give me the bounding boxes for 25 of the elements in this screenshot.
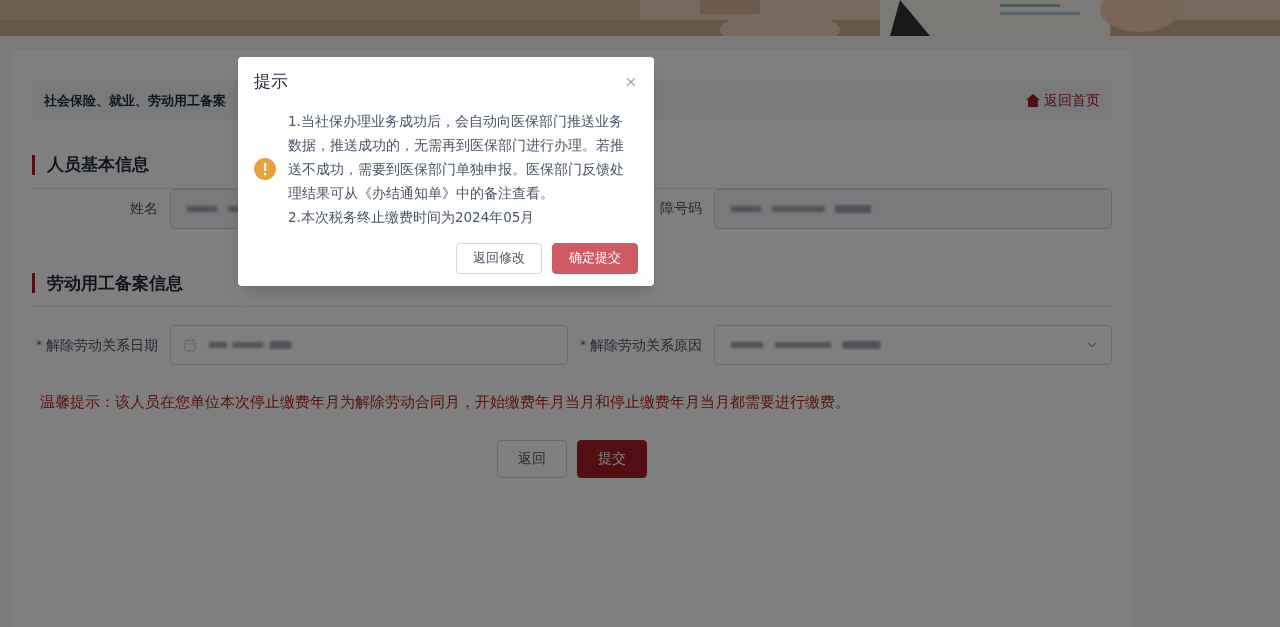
date-field[interactable]: [170, 325, 568, 365]
text-field[interactable]: [714, 188, 1112, 229]
section-marker: [32, 154, 35, 175]
submit-button[interactable]: 确定提交: [552, 242, 638, 274]
breadcrumb-text: 社会保险、就业、劳动用工备案: [44, 91, 226, 110]
field-label: 障号码: [660, 199, 702, 218]
field-label: 姓名: [130, 199, 158, 218]
dialog-title: 提示: [254, 70, 288, 93]
warning-text: 温馨提示：该人员在您单位本次停止缴费年月为解除劳动合同月，开始缴费年月当月和停止缴费年月当月都需要进行缴费。: [39, 392, 851, 413]
warning-icon: [254, 157, 276, 180]
section-marker: [32, 273, 35, 294]
back-button[interactable]: 返回修改: [456, 242, 542, 274]
home-link[interactable]: 返回首页: [1026, 90, 1100, 111]
submit-button[interactable]: 提交: [577, 439, 647, 478]
field-label: 解除劳动关系日期: [46, 335, 158, 355]
required-mark: *: [36, 337, 42, 354]
select-field[interactable]: [714, 325, 1112, 365]
section-title: 人员基本信息: [47, 153, 149, 176]
back-button[interactable]: 返回: [497, 439, 567, 478]
required-mark: *: [580, 337, 586, 354]
dialog-message: 2.本次税务终止缴费时间为2024年05月: [288, 207, 536, 227]
field-label: 解除劳动关系原因: [590, 335, 702, 355]
section-title: 劳动用工备案信息: [47, 271, 183, 295]
home-icon: [1026, 94, 1040, 107]
dialog-message: 1.当社保办理业务成功后，会自动向医保部门推送业务数据，推送成功的，无需再到医保部门进行办理。若推送不成功，需要到医保部门单独申报。医保部门反馈处理结果可从《办结通知单》中的备注查看。: [288, 111, 624, 203]
